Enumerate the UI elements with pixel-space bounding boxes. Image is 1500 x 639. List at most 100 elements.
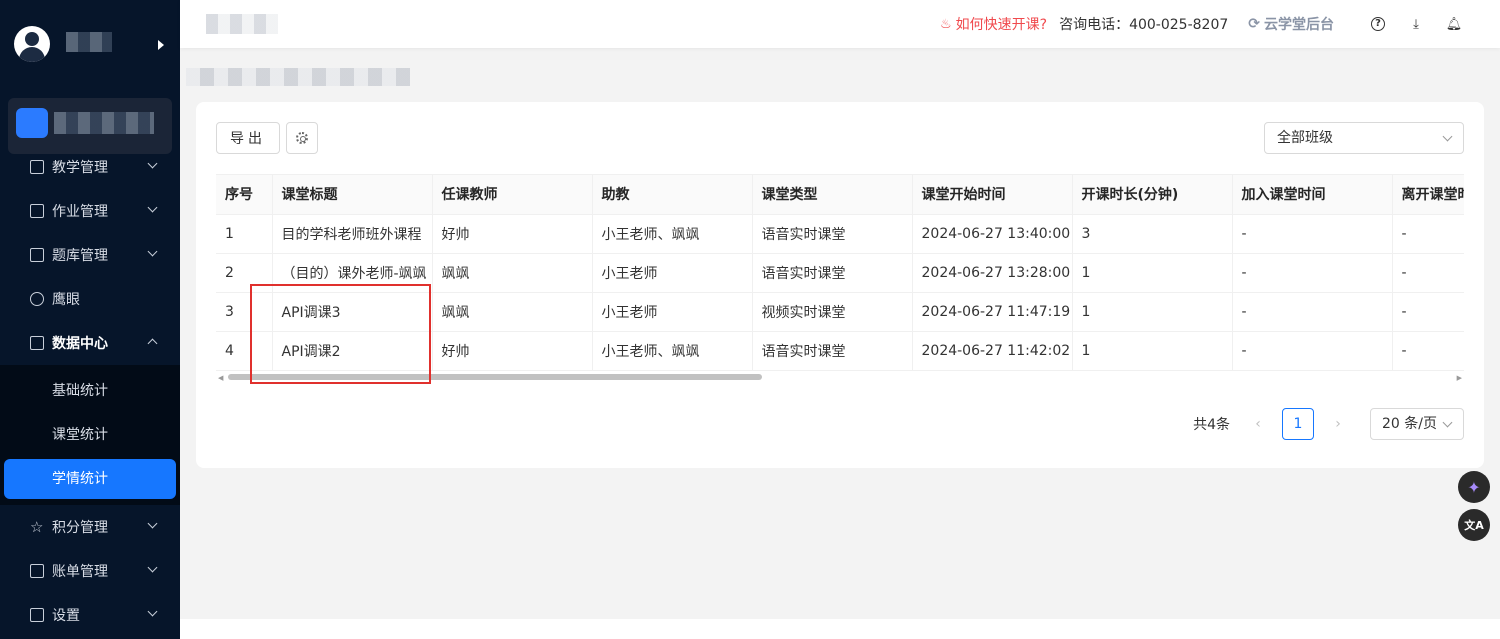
sidebar-subitem-basic-stats[interactable]: 基础统计 — [0, 369, 180, 413]
header-actions: ♨ 如何快速开课? 咨询电话：400-025-8207 ⟳ 云学堂后台 ? ⤓ … — [940, 0, 1464, 48]
scrollbar-thumb[interactable] — [228, 374, 762, 380]
quick-start-label: 如何快速开课? — [955, 17, 1048, 33]
page-size-select[interactable]: 20 条/页 — [1370, 408, 1464, 440]
help-icon: ? — [1371, 17, 1385, 31]
table-cell: 好帅 — [432, 331, 593, 371]
sidebar-item-bills[interactable]: 账单管理 — [0, 549, 180, 593]
table-cell: 小王老师 — [592, 292, 753, 332]
sidebar-item-question-bank[interactable]: 题库管理 — [0, 233, 180, 277]
table-cell: - — [1392, 292, 1464, 332]
sidebar-subitem-class-stats[interactable]: 课堂统计 — [0, 413, 180, 457]
table-cell: 小王老师 — [592, 253, 753, 293]
column-header: 开课时长(分钟) — [1072, 175, 1233, 215]
chevron-down-icon — [147, 158, 158, 169]
chart-icon — [30, 336, 44, 350]
sidebar-item-teaching[interactable]: 教学管理 — [0, 145, 180, 189]
backend-label: 云学堂后台 — [1264, 17, 1334, 33]
organization-logo — [16, 108, 48, 138]
sidebar-item-label: 题库管理 — [52, 248, 108, 264]
chevron-down-icon — [147, 246, 158, 257]
prev-page-icon[interactable]: ‹ — [1242, 408, 1274, 440]
scroll-left-icon[interactable]: ◀ — [218, 374, 223, 382]
sidebar-item-label: 鹰眼 — [52, 292, 80, 308]
table-cell: （目的）课外老师-飒飒 — [272, 253, 433, 293]
table-cell: 飒飒 — [432, 253, 593, 293]
column-header: 任课教师 — [432, 175, 593, 215]
table-cell: 2024-06-27 11:47:19 — [912, 292, 1073, 332]
table-cell: - — [1232, 253, 1393, 293]
total-count: 共4条 — [1193, 417, 1230, 433]
table-row[interactable]: 2 （目的）课外老师-飒飒 飒飒 小王老师 语音实时课堂 2024-06-27 … — [216, 253, 1464, 293]
table-cell: - — [1392, 331, 1464, 371]
phone-text: 咨询电话：400-025-8207 — [1059, 17, 1229, 33]
class-select[interactable]: 全部班级 — [1264, 122, 1464, 154]
expand-right-icon[interactable] — [158, 40, 164, 50]
chevron-down-icon — [147, 518, 158, 529]
data-table: 序号 课堂标题 任课教师 助教 课堂类型 课堂开始时间 开课时长(分钟) 加入课… — [216, 174, 1464, 382]
class-select-value: 全部班级 — [1277, 130, 1333, 146]
table-cell: 语音实时课堂 — [752, 331, 913, 371]
sidebar-item-label: 积分管理 — [52, 520, 108, 536]
next-page-icon[interactable]: › — [1322, 408, 1354, 440]
chevron-down-icon — [1442, 131, 1453, 142]
table-row[interactable]: 4 API调课2 好帅 小王老师、飒飒 语音实时课堂 2024-06-27 11… — [216, 331, 1464, 371]
star-icon: ☆ — [30, 518, 44, 536]
sidebar-item-data-center[interactable]: 数据中心 — [0, 321, 180, 365]
top-header: ♨ 如何快速开课? 咨询电话：400-025-8207 ⟳ 云学堂后台 ? ⤓ … — [180, 0, 1500, 48]
table-cell: 视频实时课堂 — [752, 292, 913, 332]
table-row[interactable]: 1 目的学科老师班外课程 好帅 小王老师、飒飒 语音实时课堂 2024-06-2… — [216, 214, 1464, 254]
sidebar-item-eagle-eye[interactable]: 鹰眼 — [0, 277, 180, 321]
user-profile[interactable] — [14, 26, 174, 66]
fire-icon: ♨ — [939, 16, 952, 32]
breadcrumb-blurred — [186, 68, 410, 86]
column-header: 离开课堂时间 — [1392, 175, 1464, 215]
column-header: 序号 — [216, 175, 273, 215]
table-cell: 语音实时课堂 — [752, 253, 913, 293]
backend-link[interactable]: ⟳ 云学堂后台 — [1248, 14, 1334, 34]
table-cell: 好帅 — [432, 214, 593, 254]
chevron-down-icon — [147, 202, 158, 213]
sidebar-item-points[interactable]: ☆ 积分管理 — [0, 505, 180, 549]
table-cell: API调课3 — [272, 292, 433, 332]
table-header-row: 序号 课堂标题 任课教师 助教 课堂类型 课堂开始时间 开课时长(分钟) 加入课… — [216, 175, 1464, 215]
column-header: 课堂开始时间 — [912, 175, 1073, 215]
avatar-icon[interactable] — [14, 26, 50, 62]
chevron-up-icon — [147, 338, 158, 349]
export-button[interactable]: 导出 — [216, 122, 280, 154]
sidebar-item-label: 设置 — [52, 608, 80, 624]
footer — [180, 619, 1500, 639]
bell-icon[interactable]: 🔔︎ — [1444, 14, 1464, 34]
pagination: 共4条 ‹ 1 › 20 条/页 — [1193, 408, 1464, 440]
column-settings-button[interactable] — [286, 122, 318, 154]
question-bank-icon — [30, 248, 44, 262]
grid-icon — [30, 608, 44, 622]
translate-icon[interactable]: 文A — [1458, 509, 1490, 541]
sidebar-subitem-learning-stats[interactable]: 学情统计 — [4, 459, 176, 499]
table-row[interactable]: 3 API调课3 飒飒 小王老师 视频实时课堂 2024-06-27 11:47… — [216, 292, 1464, 332]
horizontal-scrollbar[interactable]: ◀ ▶ — [216, 371, 1464, 382]
scroll-right-icon[interactable]: ▶ — [1457, 374, 1462, 382]
table-cell: - — [1232, 331, 1393, 371]
page-size-value: 20 条/页 — [1382, 416, 1437, 432]
sidebar-item-homework[interactable]: 作业管理 — [0, 189, 180, 233]
table-cell: 2024-06-27 13:40:00 — [912, 214, 1073, 254]
chevron-down-icon — [1442, 417, 1453, 428]
download-icon[interactable]: ⤓ — [1406, 14, 1426, 34]
table-cell: 小王老师、飒飒 — [592, 214, 753, 254]
column-header: 助教 — [592, 175, 753, 215]
ai-sparkle-icon[interactable]: ✦ — [1458, 471, 1490, 503]
column-header: 加入课堂时间 — [1232, 175, 1393, 215]
table-cell: 1 — [1072, 331, 1233, 371]
table-cell: - — [1232, 214, 1393, 254]
table-cell: API调课2 — [272, 331, 433, 371]
help-button[interactable]: ? — [1368, 14, 1388, 34]
user-name-blurred — [66, 32, 112, 52]
table-cell: 飒飒 — [432, 292, 593, 332]
quick-start-link[interactable]: ♨ 如何快速开课? — [940, 14, 1047, 34]
sidebar: 教学管理 作业管理 题库管理 鹰眼 数据中心 基础统计 课堂统计 学情统计 ☆ … — [0, 0, 180, 639]
eye-icon — [30, 292, 44, 306]
main-card: 导出 全部班级 序号 课堂标题 任课教师 助教 课堂类型 课堂开始时间 开课时长… — [196, 102, 1484, 468]
page-number-button[interactable]: 1 — [1282, 408, 1314, 440]
table-cell: - — [1392, 214, 1464, 254]
sidebar-item-settings[interactable]: 设置 — [0, 593, 180, 637]
